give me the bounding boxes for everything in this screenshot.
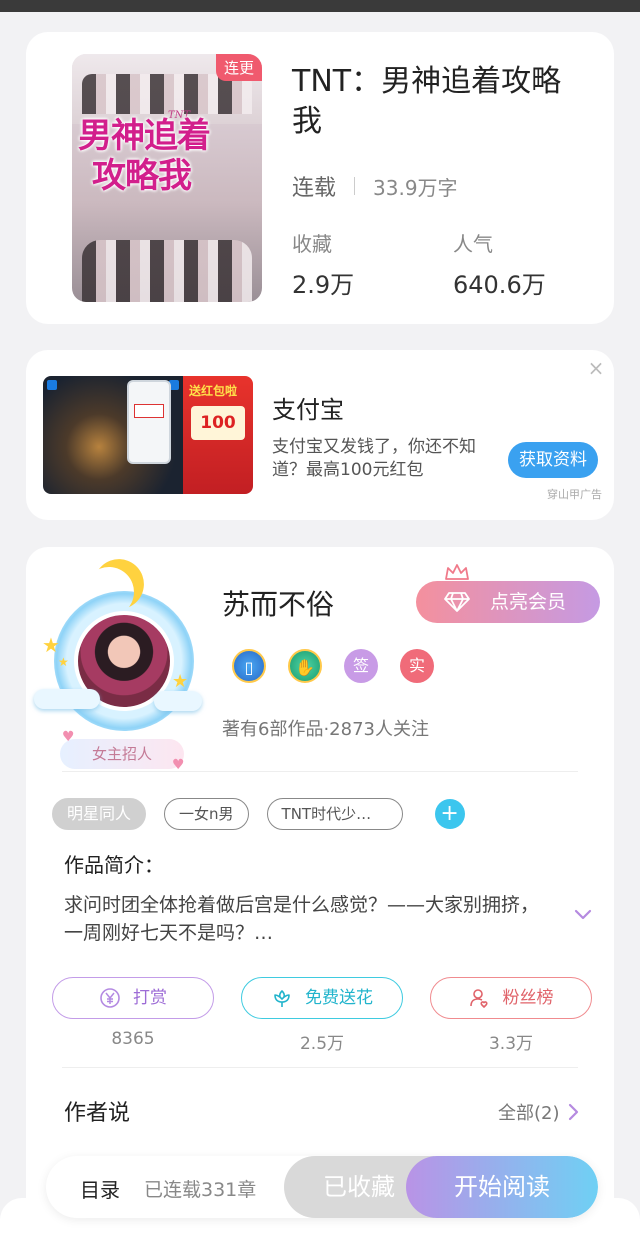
phone-medal-icon[interactable]: ▯	[232, 649, 266, 683]
tip-action: 打赏 8365	[52, 977, 214, 1054]
ad-get-info-button[interactable]: 获取资料	[508, 442, 598, 478]
favorites-stat: 收藏 2.9万	[292, 228, 354, 300]
all-link-label: 全部(2)	[498, 1103, 560, 1124]
divider	[62, 1067, 578, 1068]
book-info-card: TNT 男神追着 攻略我 连更 TNT：男神追着攻略我 连载 33.9万字 收藏…	[26, 32, 614, 324]
cover-figures-bottom	[82, 240, 252, 302]
cloud-decoration	[154, 691, 202, 711]
synopsis-label: 作品简介：	[64, 853, 164, 877]
popularity-value: 640.6万	[453, 271, 546, 299]
flower-count: 2.5万	[299, 1034, 345, 1054]
signed-medal-icon[interactable]: 签	[344, 649, 378, 683]
close-icon[interactable]: ×	[586, 358, 606, 378]
author-says-label: 作者说	[64, 1101, 131, 1126]
star-icon: ★	[42, 633, 60, 657]
star-icon: ★	[172, 671, 189, 692]
chevron-right-icon	[568, 1103, 578, 1121]
author-name[interactable]: 苏而不俗	[222, 583, 334, 623]
serial-info: 已连载331章	[144, 1179, 257, 1201]
yuan-coin-icon	[100, 988, 120, 1008]
ad-banner-image[interactable]: 送红包啦 100	[43, 376, 253, 494]
bottom-action-bar: 目录 已连载331章 已收藏 开始阅读	[46, 1156, 598, 1218]
status-divider	[354, 177, 356, 195]
diamond-icon	[444, 592, 470, 612]
add-tag-button[interactable]: +	[434, 799, 465, 829]
fan-rank-button[interactable]: 粉丝榜	[430, 977, 592, 1019]
recruit-badge[interactable]: 女主招人	[60, 739, 184, 769]
phone-mockup	[127, 380, 171, 464]
divider	[62, 771, 578, 772]
tip-button[interactable]: 打赏	[52, 977, 214, 1019]
book-cover[interactable]: TNT 男神追着 攻略我 连更	[72, 54, 262, 302]
ad-description: 支付宝又发钱了，你还不知道？最高100元红包	[272, 437, 476, 480]
ad-source-label: 穿山甲广告	[547, 488, 602, 501]
book-title: TNT：男神追着攻略我	[292, 64, 562, 139]
vip-button-label: 点亮会员	[490, 591, 567, 613]
action-row: 打赏 8365 免费送花 2.5万 粉丝榜 3.3万	[52, 977, 592, 1054]
status-bar	[0, 0, 640, 12]
handshake-medal-icon[interactable]: ✋	[288, 649, 322, 683]
author-card: ★ ★ ★ 女主招人 ♥ ♥ 苏而不俗 点亮会员 ▯ ✋ 签 实 著有6部作品·…	[26, 547, 614, 1243]
author-avatar-frame[interactable]: ★ ★ ★ 女主招人 ♥ ♥	[32, 561, 208, 773]
toc-button[interactable]: 目录	[80, 1174, 120, 1203]
heart-icon: ♥	[62, 729, 75, 745]
vip-activate-button[interactable]: 点亮会员	[416, 581, 600, 623]
tip-count: 8365	[111, 1029, 155, 1049]
popularity-stat: 人气 640.6万	[453, 228, 546, 300]
tag-list: 明星同人 一女n男 TNT时代少… +	[52, 798, 465, 830]
tag-item[interactable]: 一女n男	[164, 798, 249, 830]
tag-item[interactable]: 明星同人	[52, 798, 147, 830]
chevron-down-icon[interactable]	[574, 909, 592, 921]
ad-banner-amount: 100	[191, 406, 245, 440]
synopsis-text[interactable]: 求问时团全体抢着做后宫是什么感觉？——大家别拥挤，一周刚好七天不是吗？…	[64, 891, 554, 947]
cloud-decoration	[34, 689, 100, 709]
author-says-all-link[interactable]: 全部(2)	[498, 1099, 580, 1125]
flower-icon	[274, 990, 290, 1007]
ad-title: 支付宝	[272, 396, 344, 424]
favorites-value: 2.9万	[292, 271, 355, 299]
author-meta: 著有6部作品·2873人关注	[222, 719, 429, 740]
tag-item[interactable]: TNT时代少…	[266, 798, 403, 830]
fan-count: 3.3万	[488, 1034, 534, 1054]
ad-banner-text: 送红包啦	[189, 384, 238, 398]
star-icon: ★	[58, 655, 69, 669]
cover-title-line2: 攻略我	[92, 156, 192, 196]
word-count: 33.9万字	[373, 175, 458, 200]
flower-action: 免费送花 2.5万	[241, 977, 403, 1054]
book-status: 连载	[292, 176, 337, 201]
cover-title: 男神追着 攻略我	[78, 116, 258, 196]
tip-label: 打赏	[133, 988, 167, 1008]
alipay-logo-icon	[47, 380, 57, 390]
send-flower-label: 免费送花	[305, 988, 373, 1008]
update-badge: 连更	[215, 54, 262, 81]
start-reading-button[interactable]: 开始阅读	[406, 1156, 598, 1218]
ad-image-city	[43, 376, 183, 494]
book-status-row: 连载 33.9万字	[292, 170, 458, 202]
popularity-label: 人气	[453, 232, 493, 256]
favorites-label: 收藏	[292, 232, 332, 256]
ad-image-redpacket: 送红包啦 100	[183, 376, 253, 494]
fan-user-icon	[469, 989, 488, 1008]
fan-rank-action: 粉丝榜 3.3万	[430, 977, 592, 1054]
cover-title-line1: 男神追着	[78, 116, 211, 156]
crown-icon	[445, 564, 469, 580]
send-flower-button[interactable]: 免费送花	[241, 977, 403, 1019]
author-medals: ▯ ✋ 签 实	[232, 649, 434, 683]
fan-rank-label: 粉丝榜	[502, 988, 554, 1008]
verified-medal-icon[interactable]: 实	[400, 649, 434, 683]
ad-card[interactable]: 送红包啦 100 支付宝 支付宝又发钱了，你还不知道？最高100元红包 获取资料…	[26, 350, 614, 520]
